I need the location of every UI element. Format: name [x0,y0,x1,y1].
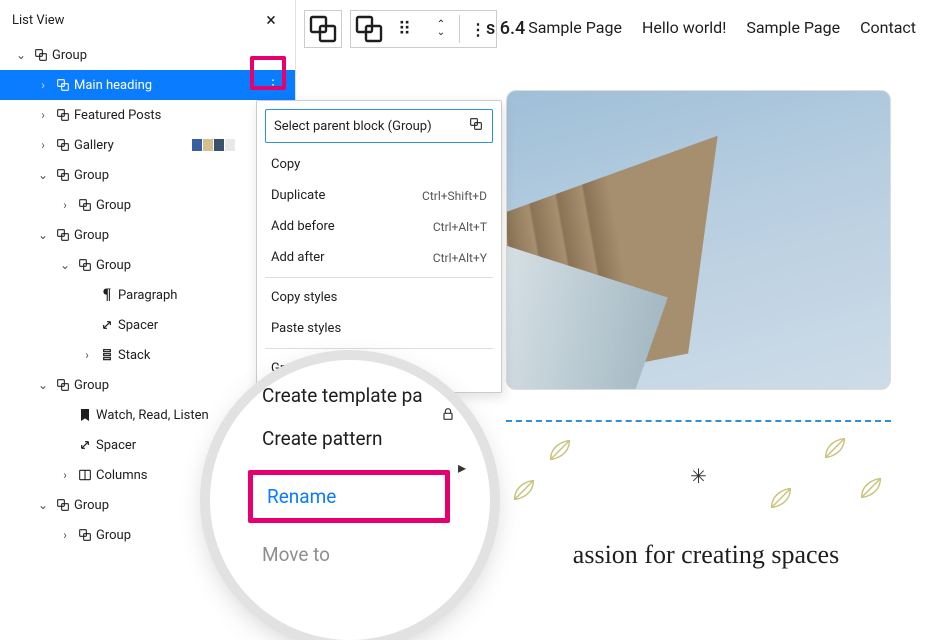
chevron-down-icon[interactable]: ⌄ [34,378,52,392]
chevron-down-icon[interactable]: ⌄ [34,168,52,182]
menu-item-rename[interactable]: Rename [248,470,450,523]
list-item[interactable]: ⌄Group [0,370,295,400]
chevron-right-icon[interactable]: › [56,528,74,542]
chevron-down-icon[interactable]: ⌄ [34,498,52,512]
spacer-icon [74,437,96,453]
list-item[interactable]: ›Gallery [0,130,295,160]
paragraph-icon: ¶ [96,286,118,304]
block-toolbar: ⠿ ⌃⌄ ⋮ [304,10,497,48]
chevron-right-icon[interactable]: › [34,138,52,152]
move-up-down-icon[interactable]: ⌃⌄ [423,11,459,47]
asterisk-icon: ✳ [690,464,707,488]
menu-item[interactable]: Paste styles [265,313,493,344]
nav-link[interactable]: Contact [860,18,916,37]
group-icon [30,47,52,63]
list-item[interactable]: ⌄Group [0,160,295,190]
menu-item-label: Add after [271,250,325,265]
lock-icon [440,406,456,426]
menu-item-shortcut: Ctrl+Alt+Y [433,251,487,265]
chevron-down-icon[interactable]: ⌄ [12,48,30,62]
list-view-title: List View [12,13,64,28]
menu-item[interactable]: Copy [265,149,493,180]
close-icon[interactable]: × [259,8,283,32]
group-icon [52,497,74,513]
menu-item-shortcut: Ctrl+Alt+T [433,220,487,234]
list-item[interactable]: ›Group [0,190,295,220]
menu-item-label: Duplicate [271,188,325,203]
menu-item[interactable]: Duplicate Ctrl+Shift+D [265,180,493,211]
group-icon[interactable] [305,11,341,47]
list-item[interactable]: Spacer [0,310,295,340]
chevron-right-icon: ▸ [458,458,466,477]
stack-icon [96,347,118,363]
list-item[interactable]: ›Featured Posts [0,100,295,130]
chevron-down-icon[interactable]: ⌄ [56,258,74,272]
menu-divider [265,277,493,278]
block-context-menu: Select parent block (Group) Copy Duplicat… [256,100,502,393]
list-item[interactable]: ¶Paragraph [0,280,295,310]
group-icon [52,137,74,153]
group-icon [74,197,96,213]
gallery-thumbnails [192,139,235,151]
tagline-fragment: assion for creating spaces [516,540,896,570]
spacer-icon [96,317,118,333]
menu-item-move-to[interactable]: Move to [262,543,490,566]
menu-item-create-pattern[interactable]: Create pattern [262,427,490,450]
group-icon [468,116,484,136]
menu-item-label: Add before [271,219,335,234]
decorative-band: ✳ [506,430,891,530]
site-title-fragment: s 6.4 [486,18,525,39]
magnifier-callout: Create template pa Create pattern Rename… [210,360,490,640]
nav-link[interactable]: Hello world! [642,18,726,37]
menu-item-shortcut: Ctrl+Shift+D [422,189,487,203]
list-item[interactable]: ⌄Group [0,250,295,280]
group-icon[interactable] [351,11,387,47]
group-icon [52,227,74,243]
more-options-icon[interactable]: ⋮ [259,71,287,99]
menu-item-label: Paste styles [271,321,341,336]
select-parent-button[interactable]: Select parent block (Group) [265,109,493,143]
toolbar-group-layout: ⠿ ⌃⌄ ⋮ [350,10,497,48]
nav-link[interactable]: Sample Page [528,18,622,37]
nav-link[interactable]: Sample Page [746,18,840,37]
group-icon [74,527,96,543]
chevron-right-icon[interactable]: › [34,108,52,122]
list-item-label: Group [52,48,287,63]
list-item[interactable]: › Main heading⋮ [0,70,295,100]
menu-item[interactable]: Add before Ctrl+Alt+T [265,211,493,242]
menu-divider [265,348,493,349]
list-item[interactable]: ⌄ Group [0,40,295,70]
menu-item-label: Copy styles [271,290,337,305]
list-item-label: Main heading [74,78,259,93]
menu-item[interactable]: Copy styles [265,282,493,313]
chevron-right-icon[interactable]: › [78,348,96,362]
drag-handle-icon[interactable]: ⠿ [387,11,423,47]
chevron-down-icon[interactable]: ⌄ [34,228,52,242]
group-icon [52,107,74,123]
columns-icon [74,467,96,483]
menu-item-label: Copy [271,157,300,172]
toolbar-group-block [304,10,342,48]
list-view-header: List View × [0,0,295,36]
chevron-right-icon[interactable]: › [56,468,74,482]
select-parent-label: Select parent block (Group) [274,119,432,134]
menu-item[interactable]: Add after Ctrl+Alt+Y [265,242,493,273]
selection-outline [506,420,891,422]
hero-image [506,90,891,390]
bookmark-icon [74,407,96,423]
list-item[interactable]: ›Stack [0,340,295,370]
group-icon [52,377,74,393]
group-icon [52,77,74,93]
list-item[interactable]: ⌄Group [0,220,295,250]
group-icon [52,167,74,183]
top-nav: Sample Page Hello world! Sample Page Con… [528,18,916,37]
group-icon [74,257,96,273]
chevron-right-icon[interactable]: › [34,78,52,92]
chevron-right-icon[interactable]: › [56,198,74,212]
